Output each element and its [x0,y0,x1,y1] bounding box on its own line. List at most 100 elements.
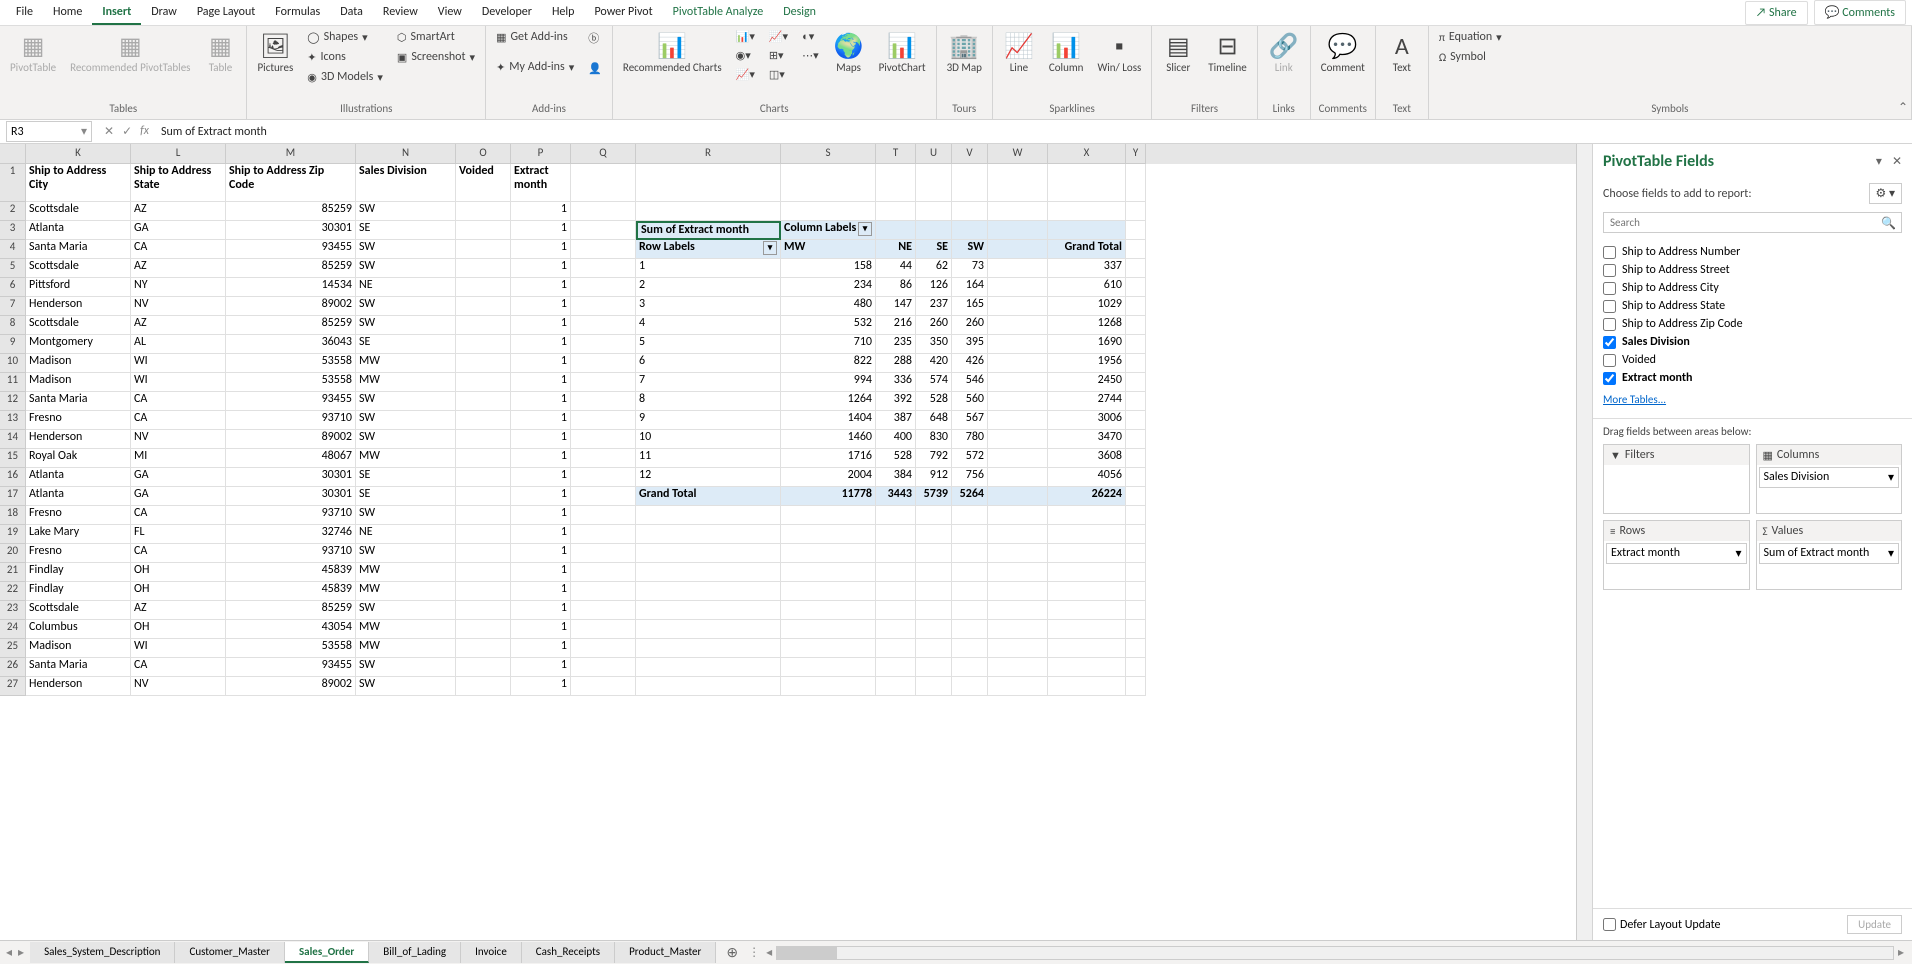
cell[interactable] [781,582,876,601]
cell[interactable] [456,468,511,487]
cell[interactable]: MW [356,639,456,658]
cell[interactable] [1048,164,1126,202]
cell[interactable]: 235 [876,335,916,354]
cell[interactable] [988,335,1048,354]
cell[interactable] [456,316,511,335]
cell[interactable] [1048,677,1126,696]
cell[interactable]: Row Labels▾ [636,240,781,259]
cell[interactable] [571,411,636,430]
values-area[interactable]: Σ Values Sum of Extract month▾ [1756,520,1903,590]
row-header-1[interactable]: 1 [0,164,26,202]
area-item-sum-extract-month[interactable]: Sum of Extract month▾ [1759,543,1900,564]
cell[interactable] [456,297,511,316]
cell[interactable] [1048,506,1126,525]
cell[interactable]: 3470 [1048,430,1126,449]
cell[interactable] [456,601,511,620]
cell[interactable] [916,620,952,639]
cell[interactable] [988,354,1048,373]
cell[interactable]: 1 [511,468,571,487]
cell[interactable] [876,620,916,639]
row-header-22[interactable]: 22 [0,582,26,601]
menu-tab-page-layout[interactable]: Page Layout [187,1,265,25]
cell[interactable]: Sum of Extract month [636,221,781,240]
cell[interactable] [1048,544,1126,563]
cell[interactable] [988,164,1048,202]
cell[interactable] [1126,259,1146,278]
cell[interactable] [1126,544,1146,563]
field-ship-to-address-state[interactable]: Ship to Address State [1603,297,1902,315]
cell[interactable]: 93710 [226,544,356,563]
cell[interactable] [916,202,952,221]
cell[interactable] [876,563,916,582]
cell[interactable]: 337 [1048,259,1126,278]
cancel-formula-icon[interactable]: ✕ [104,124,114,139]
cell[interactable]: SW [356,202,456,221]
cell[interactable]: 4 [636,316,781,335]
cell[interactable] [876,202,916,221]
cell[interactable]: 1 [511,620,571,639]
cell[interactable]: 62 [916,259,952,278]
cell[interactable]: 89002 [226,677,356,696]
cell[interactable] [952,582,988,601]
cell[interactable]: MW [356,373,456,392]
filters-area[interactable]: ▼ Filters [1603,444,1750,514]
cell[interactable] [456,259,511,278]
cell[interactable]: GA [131,487,226,506]
cell[interactable]: Madison [26,354,131,373]
cell[interactable]: 48067 [226,449,356,468]
field-voided[interactable]: Voided [1603,351,1902,369]
cell[interactable]: 1 [511,639,571,658]
cell[interactable] [952,563,988,582]
cell[interactable] [1048,639,1126,658]
cell[interactable]: 1956 [1048,354,1126,373]
cell[interactable]: 53558 [226,639,356,658]
cell[interactable] [916,658,952,677]
pivotchart-button[interactable]: 📊PivotChart [875,28,930,76]
cell[interactable]: 822 [781,354,876,373]
cell[interactable] [988,677,1048,696]
cell[interactable] [916,164,952,202]
cell[interactable]: 126 [916,278,952,297]
column-header-W[interactable]: W [988,144,1048,164]
cell[interactable] [952,544,988,563]
cell[interactable]: 1268 [1048,316,1126,335]
cell[interactable]: SE [356,221,456,240]
cell[interactable]: 1 [511,259,571,278]
cell[interactable] [1126,278,1146,297]
cell[interactable]: 288 [876,354,916,373]
cell[interactable]: MW [356,582,456,601]
cell[interactable] [1048,525,1126,544]
cell[interactable] [571,240,636,259]
field-extract-month[interactable]: Extract month [1603,369,1902,387]
cell[interactable]: Column Labels▾ [781,221,876,240]
cell[interactable]: NV [131,430,226,449]
comment-button[interactable]: 💬Comment [1317,28,1369,76]
menu-tab-review[interactable]: Review [373,1,428,25]
cell[interactable]: SW [356,392,456,411]
menu-tab-help[interactable]: Help [542,1,585,25]
cell[interactable]: SW [356,411,456,430]
cell[interactable] [1126,221,1146,240]
cell[interactable]: Fresno [26,411,131,430]
cell[interactable] [988,449,1048,468]
cell[interactable]: GA [131,468,226,487]
cell[interactable]: CA [131,392,226,411]
cell[interactable] [988,221,1048,240]
cell[interactable]: SW [356,316,456,335]
cell[interactable]: 93455 [226,658,356,677]
cell[interactable]: 1029 [1048,297,1126,316]
cell[interactable] [916,639,952,658]
cell[interactable]: Grand Total [1048,240,1126,259]
cell[interactable]: 8 [636,392,781,411]
cell[interactable]: 1 [511,658,571,677]
column-header-P[interactable]: P [511,144,571,164]
cell[interactable]: 480 [781,297,876,316]
cell[interactable] [1126,639,1146,658]
cell[interactable]: 234 [781,278,876,297]
cell[interactable]: 260 [952,316,988,335]
prev-sheet-button[interactable]: ◂ [6,945,12,960]
cell[interactable] [1126,430,1146,449]
cell[interactable]: SE [356,487,456,506]
cell[interactable]: 1 [511,354,571,373]
cell[interactable] [456,202,511,221]
